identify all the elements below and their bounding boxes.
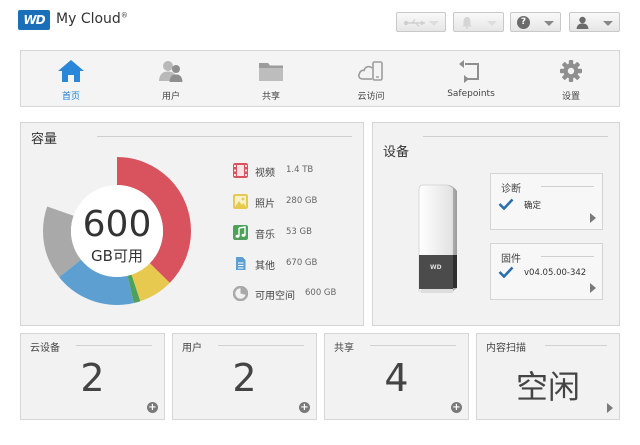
users-card[interactable]: 用户 2 + <box>172 333 317 420</box>
nas-device-image: WD <box>418 184 457 293</box>
nav-item-safepoints[interactable]: Safepoints <box>421 51 521 106</box>
checkmark-icon <box>498 266 514 278</box>
legend-name: 视频 <box>255 168 275 179</box>
checkmark-icon <box>498 198 514 210</box>
cloud-devices-card[interactable]: 云设备 2 + <box>20 333 165 420</box>
legend-item-music: 音乐 53 GB <box>233 224 353 242</box>
add-icon[interactable]: + <box>147 402 158 413</box>
divider <box>541 186 594 187</box>
photo-icon <box>233 194 248 209</box>
main-nav: 首页 用户 共享 云访问 Safepoints 设置 <box>20 50 620 107</box>
firmware-title: 固件 <box>501 254 521 265</box>
diagnostics-status: 确定 <box>524 201 542 211</box>
nav-label: 首页 <box>61 92 80 102</box>
chevron-down-icon <box>487 21 497 26</box>
stat-value: 4 <box>384 356 409 400</box>
legend-item-other: 其他 670 GB <box>233 255 353 273</box>
legend-name: 其他 <box>255 261 275 272</box>
divider <box>545 345 607 346</box>
firmware-version: v04.05.00-342 <box>524 268 587 278</box>
chevron-down-icon <box>603 21 613 26</box>
usb-menu-button[interactable] <box>396 12 446 32</box>
stat-title: 用户 <box>182 343 202 354</box>
music-icon <box>233 225 248 240</box>
add-icon[interactable]: + <box>299 402 310 413</box>
usb-icon <box>403 19 425 27</box>
legend-value: 53 GB <box>286 227 312 237</box>
gear-icon <box>560 60 582 82</box>
shares-card[interactable]: 共享 4 + <box>324 333 469 420</box>
legend-name: 音乐 <box>255 230 275 241</box>
legend-item-video: 视频 1.4 TB <box>233 162 353 180</box>
device-title: 设备 <box>383 145 410 160</box>
free-space-icon <box>233 286 248 301</box>
legend-item-free: 可用空间 600 GB <box>233 285 363 303</box>
capacity-panel: 容量 600 GB可用 视频 1.4 TB 照片 280 GB 音乐 53 GB… <box>20 122 364 326</box>
divider <box>97 136 352 137</box>
divider <box>76 345 152 346</box>
nav-item-shares[interactable]: 共享 <box>221 51 321 106</box>
chevron-right-icon <box>590 283 596 293</box>
safepoints-icon <box>459 60 479 83</box>
chevron-down-icon <box>544 21 554 26</box>
nav-label: 用户 <box>161 92 180 102</box>
chevron-right-icon <box>590 213 596 223</box>
alerts-menu-button[interactable] <box>453 12 504 32</box>
bell-icon <box>462 17 472 29</box>
diagnostics-card[interactable]: 诊断 确定 <box>490 173 603 230</box>
free-space-unit: GB可用 <box>91 247 143 265</box>
chevron-right-icon[interactable] <box>607 403 613 413</box>
nav-label: 云访问 <box>357 92 385 102</box>
stat-value: 2 <box>232 356 257 400</box>
free-space-value: 600 <box>82 204 152 245</box>
home-icon <box>58 60 84 82</box>
legend-name: 可用空间 <box>255 291 295 302</box>
help-icon: ? <box>517 16 530 29</box>
legend-value: 1.4 TB <box>286 165 314 175</box>
divider <box>218 345 304 346</box>
legend-name: 照片 <box>255 199 275 210</box>
stat-value: 2 <box>80 356 105 400</box>
cloud-access-icon <box>358 61 383 81</box>
diagnostics-title: 诊断 <box>501 184 521 195</box>
help-menu-button[interactable]: ? <box>510 12 561 32</box>
firmware-card[interactable]: 固件 v04.05.00-342 <box>490 243 603 300</box>
divider <box>541 256 594 257</box>
divider <box>423 136 608 137</box>
svg-text:WD: WD <box>430 264 442 271</box>
nav-label: Safepoints <box>447 89 495 99</box>
stat-title: 共享 <box>334 343 354 354</box>
capacity-title: 容量 <box>31 132 58 147</box>
user-icon <box>576 16 589 29</box>
content-scan-card[interactable]: 内容扫描 空闲 <box>476 333 620 420</box>
chevron-down-icon <box>429 21 439 26</box>
legend-item-photo: 照片 280 GB <box>233 193 353 211</box>
legend-value: 280 GB <box>286 196 318 206</box>
nav-label: 共享 <box>261 92 280 102</box>
device-panel: 设备 WD 诊断 确定 固件 v04.05.00-342 <box>372 122 620 326</box>
stat-title: 云设备 <box>30 343 60 354</box>
app-title: My Cloud® <box>56 11 128 27</box>
nav-item-cloud-access[interactable]: 云访问 <box>321 51 421 106</box>
stat-value: 空闲 <box>515 368 580 406</box>
nav-item-home[interactable]: 首页 <box>21 51 121 106</box>
users-icon <box>159 61 183 82</box>
legend-value: 600 GB <box>305 288 337 298</box>
trademark-mark: ® <box>120 11 128 20</box>
nav-label: 设置 <box>561 92 580 102</box>
nav-item-settings[interactable]: 设置 <box>521 51 621 106</box>
divider <box>370 345 456 346</box>
video-icon <box>233 163 248 178</box>
document-icon <box>236 257 246 270</box>
user-menu-button[interactable] <box>569 12 620 32</box>
add-icon[interactable]: + <box>451 402 462 413</box>
wd-logo: WD <box>18 10 50 30</box>
folder-icon <box>259 63 283 81</box>
stat-title: 内容扫描 <box>486 343 526 354</box>
nav-item-users[interactable]: 用户 <box>121 51 221 106</box>
app-name: My Cloud <box>56 11 121 27</box>
legend-value: 670 GB <box>286 258 318 268</box>
